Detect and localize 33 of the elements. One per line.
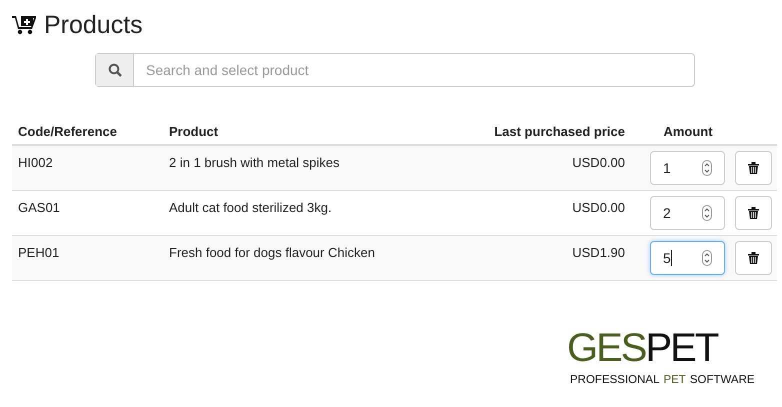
spinner-icon[interactable] xyxy=(702,160,712,176)
amount-field[interactable]: 1 xyxy=(650,151,725,185)
page-title: Products xyxy=(44,10,143,40)
table-cell-text: HI002 xyxy=(17,154,54,172)
trash-icon xyxy=(748,252,759,264)
column-header: Last purchased price xyxy=(493,123,625,142)
delete-button[interactable] xyxy=(735,241,772,275)
column-header: Product xyxy=(168,123,220,142)
table-cell-text: GAS01 xyxy=(17,199,61,217)
logo-tagline: SOFTWARE xyxy=(690,373,755,388)
table-cell-text: USD0.00 xyxy=(572,199,625,216)
trash-icon xyxy=(748,207,759,219)
table-cell-text: 2 in 1 brush with metal spikes xyxy=(168,154,340,171)
logo-tagline: PROFESSIONAL xyxy=(570,373,660,388)
column-header: Code/Reference xyxy=(17,123,118,142)
logo-wordmark: PET xyxy=(645,328,718,368)
search-icon xyxy=(108,63,122,77)
delete-button[interactable] xyxy=(735,196,772,230)
amount-field[interactable]: 2 xyxy=(650,196,725,230)
logo-tagline: PET xyxy=(663,373,686,388)
trash-icon xyxy=(748,162,759,174)
column-header: Amount xyxy=(662,123,714,142)
table-cell-text: Adult cat food sterilized 3kg. xyxy=(168,199,332,216)
logo-wordmark: GES xyxy=(567,328,646,368)
spinner-icon[interactable] xyxy=(702,250,712,266)
table-cell-text: USD0.00 xyxy=(572,154,625,171)
table-cell-text: USD1.90 xyxy=(572,244,625,261)
delete-button[interactable] xyxy=(735,151,772,185)
table-cell-text: PEH01 xyxy=(17,244,60,262)
table-cell-text: Fresh food for dogs flavour Chicken xyxy=(168,244,375,261)
spinner-icon[interactable] xyxy=(702,205,712,221)
cart-add-icon xyxy=(12,14,36,36)
amount-field[interactable]: 5 xyxy=(650,241,725,275)
